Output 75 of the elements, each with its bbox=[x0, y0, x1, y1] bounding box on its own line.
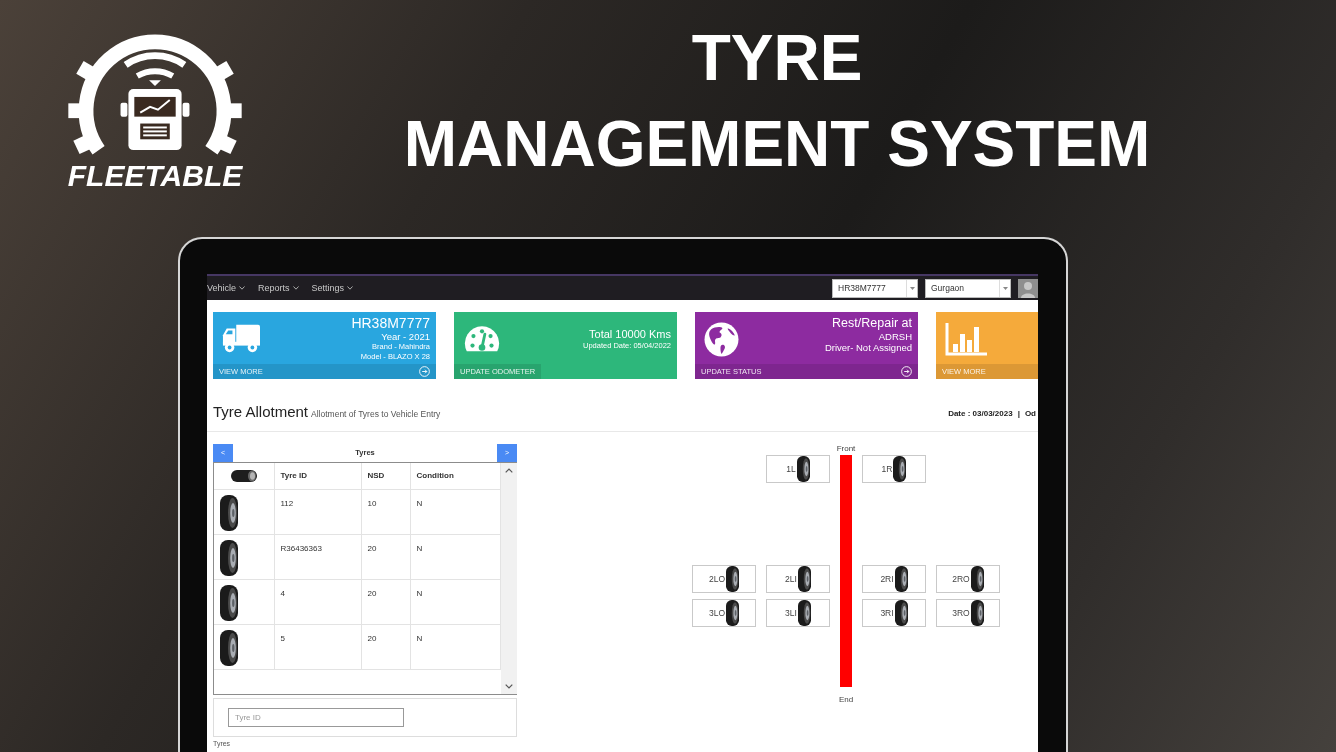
end-label: End bbox=[838, 695, 854, 705]
tile-subtitle: Year - 2021 bbox=[380, 331, 430, 342]
tile-subtitle: Driver- Not Assigned bbox=[824, 342, 912, 353]
tyre-id-field[interactable]: Tyre ID bbox=[228, 708, 404, 727]
tyre-icon bbox=[220, 494, 238, 531]
nav-menu[interactable]: Vehicle bbox=[207, 282, 246, 294]
tyre-slot[interactable]: 1L bbox=[766, 455, 830, 483]
tile-title: Total 10000 Kms bbox=[588, 328, 671, 341]
tyre-slot[interactable]: 3RI bbox=[862, 599, 926, 627]
headline-text: TYRE bbox=[691, 26, 863, 90]
tyre-slot[interactable]: 3RO bbox=[936, 599, 1000, 627]
caret-icon bbox=[909, 286, 915, 290]
tyre-slot[interactable]: 2LI bbox=[766, 565, 830, 593]
tyre-icon bbox=[230, 469, 257, 482]
column-header: Tyre ID bbox=[274, 463, 361, 489]
tyre-slot[interactable]: 2LO bbox=[692, 565, 756, 593]
column-header: Condition bbox=[410, 463, 500, 489]
tyre-icon bbox=[893, 456, 907, 482]
chevron-up-icon bbox=[504, 468, 513, 473]
table-cell: 5 bbox=[274, 624, 361, 669]
tyre-slot[interactable]: 3LI bbox=[766, 599, 830, 627]
tyre-icon bbox=[220, 584, 238, 621]
arrow-circle-icon bbox=[419, 366, 430, 377]
tyre-icon bbox=[796, 456, 810, 482]
tyre-slot[interactable]: 1R bbox=[862, 455, 926, 483]
page-subtitle: Allotment of Tyres to Vehicle Entry bbox=[311, 408, 441, 421]
chevron-down-icon bbox=[504, 684, 513, 689]
globe-icon bbox=[704, 322, 739, 357]
table-cell: N bbox=[410, 624, 500, 669]
table-cell: 4 bbox=[274, 579, 361, 624]
arrow-circle-icon bbox=[901, 366, 912, 377]
location-select[interactable]: Gurgaon bbox=[925, 278, 1011, 298]
caret-icon bbox=[347, 286, 354, 290]
table-cell: N bbox=[410, 534, 500, 579]
caret-icon bbox=[1002, 286, 1008, 290]
tyre-slot[interactable]: 2RO bbox=[936, 565, 1000, 593]
odometer-label: Od bbox=[1024, 408, 1036, 420]
nav-menu[interactable]: Settings bbox=[311, 282, 354, 294]
nav-menu[interactable]: Reports bbox=[258, 282, 299, 294]
column-header: NSD bbox=[361, 463, 410, 489]
front-label: Front bbox=[836, 444, 856, 454]
tyre-icon bbox=[797, 566, 811, 592]
table-cell: 20 bbox=[361, 624, 410, 669]
tyre-icon bbox=[726, 600, 740, 626]
tyre-icon bbox=[894, 600, 908, 626]
tyre-slot[interactable]: 3LO bbox=[692, 599, 756, 627]
vehicle-select[interactable]: HR38M7777 bbox=[832, 278, 918, 298]
date-text: Date : 03/03/2023 bbox=[948, 408, 1013, 420]
brand-name: FLEETABLE bbox=[67, 159, 243, 193]
table-cell: 112 bbox=[274, 489, 361, 534]
tile-title: HR38M7777 bbox=[351, 316, 430, 331]
tyre-slot[interactable]: 2RI bbox=[862, 565, 926, 593]
table-cell: N bbox=[410, 579, 500, 624]
tile-subtitle: ADRSH bbox=[877, 331, 912, 342]
table-cell: 10 bbox=[361, 489, 410, 534]
headline-text: MANAGEMENT SYSTEM bbox=[403, 112, 1151, 176]
page-title: Tyre Allotment bbox=[213, 403, 309, 421]
tyre-icon bbox=[970, 566, 984, 592]
tyre-icon bbox=[220, 539, 238, 576]
table-cell: 20 bbox=[361, 534, 410, 579]
table-cell: R36436363 bbox=[274, 534, 361, 579]
tyre-icon bbox=[220, 629, 238, 666]
tyre-icon bbox=[894, 566, 908, 592]
table-cell: 20 bbox=[361, 579, 410, 624]
separator-text: | bbox=[1017, 408, 1020, 420]
bar-chart-icon bbox=[945, 322, 987, 356]
caret-icon bbox=[292, 286, 299, 290]
caret-icon bbox=[239, 286, 246, 290]
tyre-icon bbox=[797, 600, 811, 626]
avatar-icon bbox=[1018, 278, 1038, 298]
table-cell: N bbox=[410, 489, 500, 534]
tyre-icon bbox=[970, 600, 984, 626]
tyre-icon bbox=[726, 566, 740, 592]
truck-icon bbox=[222, 322, 260, 354]
tile-title: Rest/Repair at bbox=[831, 316, 912, 331]
